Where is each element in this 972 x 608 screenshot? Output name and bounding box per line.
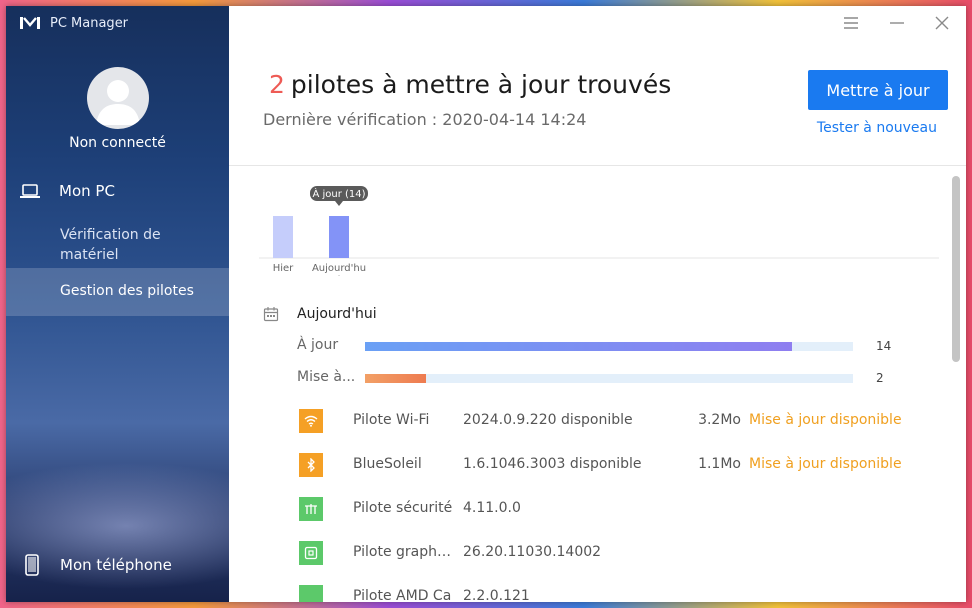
pending-count: 2 [876, 371, 884, 385]
driver-row[interactable]: Pilote sécurité 4.11.0.0 [299, 492, 939, 536]
uptodate-count: 14 [876, 339, 892, 353]
wifi-icon [299, 409, 323, 433]
avatar[interactable] [87, 67, 149, 129]
graphics-icon [299, 541, 323, 565]
history-chart: Hier Aujourd'hui À jour (14) [259, 186, 939, 276]
driver-list: Pilote Wi-Fi 2024.0.9.220 disponible 3.2… [299, 404, 939, 602]
app-title: PC Manager [50, 15, 129, 31]
driver-size: 3.2Mo [698, 412, 741, 428]
page-title: 2 pilotes à mettre à jour trouvés [269, 70, 671, 99]
chart-tooltip-pointer [335, 201, 343, 206]
app-window: PC Manager Non connecté Mon PC Vérificat… [6, 6, 966, 602]
driver-size: 1.1Mo [698, 456, 741, 472]
chart-tooltip-text: À jour (14) [312, 187, 365, 200]
driver-version: 2024.0.9.220 disponible [463, 412, 633, 428]
app-logo-icon [20, 17, 40, 29]
last-check-time: Dernière vérification : 2020-04-14 14:24 [263, 110, 587, 129]
uptodate-bar-track [365, 342, 853, 351]
sidebar: PC Manager Non connecté Mon PC Vérificat… [6, 6, 229, 602]
driver-count: 2 [269, 70, 285, 99]
driver-name: Pilote Wi-Fi [353, 412, 430, 428]
menu-icon[interactable] [842, 14, 860, 32]
close-icon[interactable] [933, 14, 951, 32]
chart-xlabel-1: Aujourd'hui [312, 263, 366, 276]
pending-label: Mise à... [297, 369, 356, 385]
chart-bar-0[interactable] [273, 216, 293, 258]
driver-update-status[interactable]: Mise à jour disponible [749, 412, 902, 428]
app-title-bar: PC Manager [20, 14, 128, 32]
nav-hardware-check[interactable]: Vérification de matériel [60, 225, 210, 265]
pending-bar-fill [365, 374, 426, 383]
driver-name: Pilote AMD Ca [353, 588, 452, 602]
retest-link[interactable]: Tester à nouveau [817, 120, 937, 136]
driver-version: 26.20.11030.14002 [463, 544, 602, 560]
driver-version: 4.11.0.0 [463, 500, 521, 516]
driver-row[interactable]: Pilote graphique 26.20.11030.14002 [299, 536, 939, 580]
summary-date-label: Aujourd'hui [297, 306, 377, 322]
nav-my-pc[interactable]: Mon PC [20, 182, 115, 200]
driver-icon [299, 585, 323, 602]
driver-row[interactable]: Pilote Wi-Fi 2024.0.9.220 disponible 3.2… [299, 404, 939, 448]
nav-my-pc-label: Mon PC [59, 182, 115, 200]
nav-my-phone-label: Mon téléphone [60, 556, 172, 574]
update-button[interactable]: Mettre à jour [808, 70, 948, 110]
driver-name: BlueSoleil [353, 456, 422, 472]
nav-driver-management[interactable]: Gestion des pilotes [6, 268, 229, 316]
driver-update-status[interactable]: Mise à jour disponible [749, 456, 902, 472]
login-status[interactable]: Non connecté [6, 135, 229, 151]
driver-row[interactable]: Pilote AMD Ca 2.2.0.121 [299, 580, 939, 602]
divider [229, 165, 966, 166]
chart-bar-1[interactable] [329, 216, 349, 258]
nav-my-phone[interactable]: Mon téléphone [24, 554, 172, 576]
uptodate-bar-fill [365, 342, 792, 351]
driver-row[interactable]: BlueSoleil 1.6.1046.3003 disponible 1.1M… [299, 448, 939, 492]
laptop-icon [20, 183, 40, 198]
main-panel: 2 pilotes à mettre à jour trouvés Dernièr… [229, 6, 966, 602]
user-icon [96, 80, 140, 125]
security-chip-icon [299, 497, 323, 521]
driver-version: 1.6.1046.3003 disponible [463, 456, 642, 472]
driver-name: Pilote graphique [353, 544, 453, 560]
summary-header: Aujourd'hui [263, 306, 377, 322]
driver-version: 2.2.0.121 [463, 588, 530, 602]
uptodate-label: À jour [297, 337, 339, 353]
minimize-icon[interactable] [888, 14, 906, 32]
pending-bar-track [365, 374, 853, 383]
driver-name: Pilote sécurité [353, 500, 453, 516]
scrollbar-thumb[interactable] [952, 176, 960, 362]
calendar-icon [263, 307, 279, 322]
bluetooth-icon [299, 453, 323, 477]
nav-driver-management-label: Gestion des pilotes [60, 283, 194, 299]
phone-icon [25, 554, 39, 576]
page-title-text: pilotes à mettre à jour trouvés [290, 70, 672, 99]
chart-xlabel-0: Hier [273, 263, 294, 274]
